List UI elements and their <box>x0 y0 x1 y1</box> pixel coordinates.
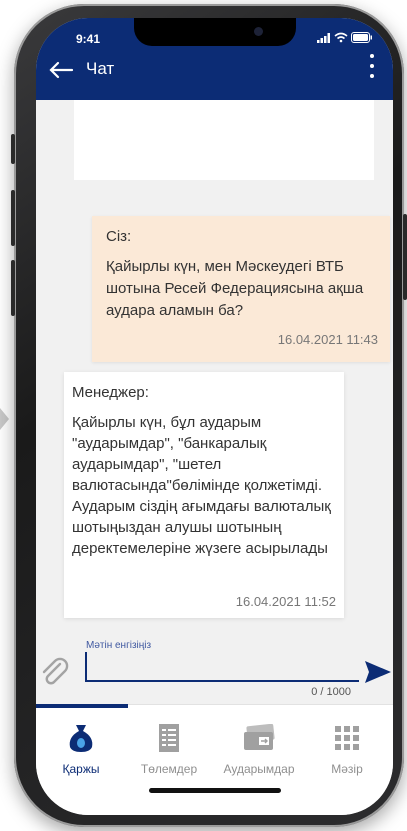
tab-label: Аударымдар <box>223 762 295 776</box>
message-input[interactable] <box>85 652 359 682</box>
wifi-icon <box>334 32 348 43</box>
tab-payments[interactable]: Төлемдер <box>126 720 212 776</box>
grid-menu-icon <box>335 726 359 750</box>
signal-icon <box>317 32 330 43</box>
chat-messages[interactable]: Сіз: Қайырлы күн, мен Мәскеудегі ВТБ шот… <box>36 100 393 640</box>
power-button <box>403 214 407 300</box>
volume-down-button <box>11 260 15 316</box>
tab-label: Мәзір <box>331 762 363 776</box>
input-label: Мәтін енгізіңіз <box>86 640 152 651</box>
camera-icon <box>254 27 263 36</box>
character-counter: 0 / 1000 <box>311 686 351 698</box>
previous-message-card <box>74 100 374 180</box>
more-options-icon[interactable] <box>367 54 377 78</box>
user-message-bubble: Сіз: Қайырлы күн, мен Мәскеудегі ВТБ шот… <box>92 216 390 362</box>
active-tab-indicator <box>36 704 128 708</box>
side-arrow-icon <box>0 408 9 430</box>
message-text: Қайырлы күн, мен Мәскеудегі ВТБ шотына Р… <box>106 258 364 319</box>
tab-finance[interactable]: Қаржы <box>38 720 124 776</box>
message-text: Қайырлы күн, бұл аударым "аударымдар", "… <box>72 414 331 557</box>
tab-label: Төлемдер <box>140 762 198 776</box>
battery-icon <box>351 32 372 43</box>
volume-up-button <box>11 190 15 246</box>
message-timestamp: 16.04.2021 11:52 <box>235 594 336 609</box>
transfer-card-icon <box>244 724 275 750</box>
money-bag-icon <box>69 725 93 752</box>
page-title: Чат <box>86 59 115 78</box>
tab-transfers[interactable]: Аударымдар <box>216 720 302 776</box>
message-composer: Мәтін енгізіңіз 0 / 1000 <box>36 640 393 704</box>
bottom-tab-bar: Қаржы Төлемдер Аударымдар Мәзір <box>36 704 393 815</box>
back-arrow-icon[interactable] <box>48 60 74 80</box>
notch <box>134 18 296 46</box>
tab-label: Қаржы <box>62 762 100 776</box>
phone-screen: 9:41 Чат Сіз: Қайырлы күн, мен Мәскеудег… <box>36 18 393 815</box>
payments-icon <box>159 724 179 752</box>
message-sender: Менеджер: <box>72 384 149 401</box>
message-timestamp: 16.04.2021 11:43 <box>277 332 378 347</box>
message-sender: Сіз: <box>106 228 132 245</box>
status-time: 9:41 <box>76 32 101 46</box>
paperclip-icon[interactable] <box>38 656 70 688</box>
send-icon[interactable] <box>363 658 393 686</box>
tab-menu[interactable]: Мәзір <box>304 720 390 776</box>
mute-switch <box>11 134 15 164</box>
chat-header: 9:41 Чат <box>36 18 393 100</box>
manager-message-bubble: Менеджер: Қайырлы күн, бұл аударым "ауда… <box>64 372 344 618</box>
status-icons <box>317 32 373 43</box>
home-indicator[interactable] <box>149 788 281 793</box>
